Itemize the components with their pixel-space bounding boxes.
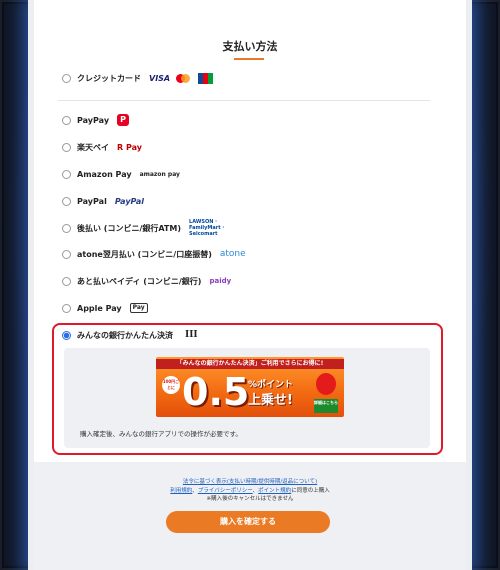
option-deferred-payment[interactable]: 後払い (コンビニ/銀行ATM) LAWSON · FamilyMart · S… xyxy=(62,219,233,237)
convenience-store-icon: LAWSON · FamilyMart · Seicomart xyxy=(189,219,225,237)
option-rakuten-pay[interactable]: 楽天ペイ R Pay xyxy=(62,139,142,155)
banner-small-text: 100円ごとに xyxy=(162,376,180,394)
option-label: 後払い (コンビニ/銀行ATM) xyxy=(77,223,182,233)
option-label: あと払いペイディ (コンビニ/銀行) xyxy=(77,276,202,286)
promo-banner[interactable]: 「みんなの銀行かんたん決済」ご利用でさらにお得に! 100円ごとに 0.5 %ポ… xyxy=(156,357,344,417)
paypay-icon: P xyxy=(117,114,130,126)
radio-rakuten-pay[interactable] xyxy=(62,142,71,152)
radio-credit-card[interactable] xyxy=(62,73,71,83)
apple-pay-icon: Pay xyxy=(129,303,148,313)
option-label: クレジットカード xyxy=(77,73,141,83)
option-label: PayPay xyxy=(77,115,110,125)
radio-paidy[interactable] xyxy=(62,276,71,286)
divider xyxy=(58,100,430,101)
mastercard-icon xyxy=(176,73,191,83)
option-atone[interactable]: atone翌月払い (コンビニ/口座振替) atone xyxy=(62,246,246,262)
minna-bank-icon: III xyxy=(185,330,198,340)
rakuten-pay-icon: R Pay xyxy=(117,142,142,152)
option-label: Amazon Pay xyxy=(77,169,132,179)
radio-minna-bank[interactable] xyxy=(62,330,71,340)
option-label: みんなの銀行かんたん決済 xyxy=(77,330,173,340)
paidy-icon: paidy xyxy=(209,277,232,285)
option-label: Apple Pay xyxy=(77,303,122,313)
title-underline xyxy=(234,58,264,60)
legal-line-1: 法令に基づく表示(支払い時期/提供時期/返品について) xyxy=(0,477,500,485)
option-label: 楽天ペイ xyxy=(77,142,109,152)
radio-deferred-payment[interactable] xyxy=(62,223,71,233)
banner-headline: 「みんなの銀行かんたん決済」ご利用でさらにお得に! xyxy=(156,359,344,369)
option-minna-bank[interactable]: みんなの銀行かんたん決済 III xyxy=(62,327,198,343)
radio-amazon-pay[interactable] xyxy=(62,169,71,179)
option-apple-pay[interactable]: Apple Pay Pay xyxy=(62,300,148,316)
option-paypay[interactable]: PayPay P xyxy=(62,112,130,128)
banner-rate: 0.5 xyxy=(182,370,250,414)
option-label: PayPal xyxy=(77,196,107,206)
radio-apple-pay[interactable] xyxy=(62,303,71,313)
atone-icon: atone xyxy=(219,249,246,259)
banner-up-text: 上乗せ! xyxy=(248,393,293,408)
option-paypal[interactable]: PayPal PayPal xyxy=(62,193,144,209)
jcb-icon xyxy=(198,72,214,84)
legal-line-2: 利用規約、プライバシーポリシー、ポイント規約に同意の上購入 xyxy=(170,488,330,494)
bank-note: 購入確定後、みんなの銀行アプリでの操作が必要です。 xyxy=(80,430,242,438)
option-credit-card[interactable]: クレジットカード VISA xyxy=(62,70,214,86)
visa-icon: VISA xyxy=(149,73,171,83)
cancel-note: ※購入後のキャンセルはできません xyxy=(206,496,294,502)
radio-paypay[interactable] xyxy=(62,115,71,125)
option-amazon-pay[interactable]: Amazon Pay amazon pay xyxy=(62,166,180,182)
page-title: 支払い方法 xyxy=(222,40,278,53)
mascot-icon xyxy=(316,373,336,395)
legal-notice-link[interactable]: 法令に基づく表示(支払い時期/提供時期/返品について) xyxy=(183,479,317,485)
option-label: atone翌月払い (コンビニ/口座振替) xyxy=(77,249,212,259)
option-paidy[interactable]: あと払いペイディ (コンビニ/銀行) paidy xyxy=(62,273,231,289)
confirm-purchase-button[interactable]: 購入を確定する xyxy=(166,511,330,533)
banner-detail-button: 詳細はこちら xyxy=(314,399,338,413)
radio-paypal[interactable] xyxy=(62,196,71,206)
radio-atone[interactable] xyxy=(62,249,71,259)
amazon-pay-icon: amazon pay xyxy=(139,170,180,178)
paypal-icon: PayPal xyxy=(114,196,145,206)
